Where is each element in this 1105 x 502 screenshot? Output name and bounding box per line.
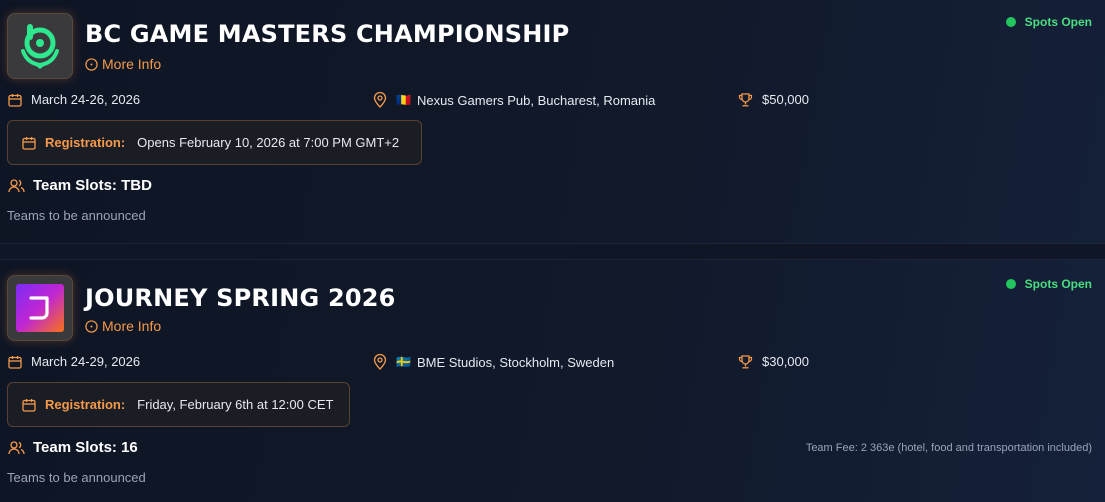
prize-pool-text: $30,000 bbox=[762, 354, 809, 369]
event-location-text: BME Studios, Stockholm, Sweden bbox=[416, 354, 615, 370]
calendar-icon bbox=[22, 398, 36, 412]
event-date-text: March 24-26, 2026 bbox=[31, 92, 141, 107]
event-date: March 24-29, 2026 bbox=[8, 354, 140, 369]
country-flag-icon: 🇸🇪 bbox=[396, 355, 411, 369]
tournament-card: JOURNEY SPRING 2026 More Info Spots Open… bbox=[0, 260, 1105, 502]
team-slots: Team Slots: TBD bbox=[8, 177, 152, 194]
trophy-icon bbox=[738, 92, 753, 106]
tournament-card: BC GAME MASTERS CHAMPIONSHIP More Info S… bbox=[0, 0, 1105, 243]
team-slots: Team Slots: 16 bbox=[8, 439, 138, 456]
users-icon bbox=[8, 440, 25, 454]
bc-game-logo-icon bbox=[7, 13, 73, 79]
map-pin-icon bbox=[373, 354, 387, 370]
calendar-icon bbox=[8, 93, 22, 107]
more-info-label: More Info bbox=[102, 318, 162, 334]
journey-logo-icon bbox=[7, 275, 73, 341]
info-circle-icon bbox=[85, 57, 98, 71]
registration-label: Registration: bbox=[45, 135, 126, 150]
tournament-list: BC GAME MASTERS CHAMPIONSHIP More Info S… bbox=[0, 0, 1105, 502]
status-badge: Spots Open bbox=[1005, 277, 1092, 291]
calendar-icon bbox=[8, 355, 22, 369]
prize-pool: $30,000 bbox=[738, 354, 809, 369]
registration-box: Registration: Friday, February 6th at 12… bbox=[7, 382, 350, 427]
status-badge: Spots Open bbox=[1005, 15, 1092, 29]
more-info-label: More Info bbox=[102, 56, 162, 72]
event-location-text: Nexus Gamers Pub, Bucharest, Romania bbox=[416, 92, 656, 108]
teams-note: Teams to be announced bbox=[7, 470, 146, 485]
map-pin-icon bbox=[373, 92, 387, 108]
trophy-icon bbox=[738, 354, 753, 368]
event-location: 🇸🇪 BME Studios, Stockholm, Sweden bbox=[373, 354, 614, 370]
status-label: Spots Open bbox=[1024, 277, 1092, 291]
registration-value: Opens February 10, 2026 at 7:00 PM GMT+2 bbox=[137, 135, 400, 150]
registration-value: Friday, February 6th at 12:00 CET bbox=[137, 397, 334, 412]
users-icon bbox=[8, 178, 25, 192]
prize-pool: $50,000 bbox=[738, 92, 809, 107]
card-divider bbox=[0, 243, 1105, 260]
registration-label: Registration: bbox=[45, 397, 126, 412]
calendar-icon bbox=[22, 136, 36, 150]
country-flag-icon: 🇷🇴 bbox=[396, 93, 411, 107]
status-label: Spots Open bbox=[1024, 15, 1092, 29]
prize-pool-text: $50,000 bbox=[762, 92, 809, 107]
status-dot-icon bbox=[1005, 17, 1016, 27]
team-slots-text: Team Slots: TBD bbox=[33, 177, 152, 194]
tournament-info-row: March 24-26, 2026 🇷🇴 Nexus Gamers Pub, B… bbox=[0, 92, 1105, 112]
team-slots-text: Team Slots: 16 bbox=[33, 439, 138, 456]
event-date: March 24-26, 2026 bbox=[8, 92, 140, 107]
more-info-link[interactable]: More Info bbox=[85, 318, 161, 334]
status-dot-icon bbox=[1005, 279, 1016, 289]
tournament-info-row: March 24-29, 2026 🇸🇪 BME Studios, Stockh… bbox=[0, 354, 1105, 374]
tournament-title: BC GAME MASTERS CHAMPIONSHIP bbox=[85, 20, 570, 48]
event-date-text: March 24-29, 2026 bbox=[31, 354, 141, 369]
event-location: 🇷🇴 Nexus Gamers Pub, Bucharest, Romania bbox=[373, 92, 655, 108]
team-fee: Team Fee: 2 363e (hotel, food and transp… bbox=[805, 442, 1092, 454]
tournament-title: JOURNEY SPRING 2026 bbox=[85, 284, 396, 312]
registration-box: Registration: Opens February 10, 2026 at… bbox=[7, 120, 422, 165]
info-circle-icon bbox=[85, 319, 98, 333]
more-info-link[interactable]: More Info bbox=[85, 56, 161, 72]
teams-note: Teams to be announced bbox=[7, 208, 146, 223]
